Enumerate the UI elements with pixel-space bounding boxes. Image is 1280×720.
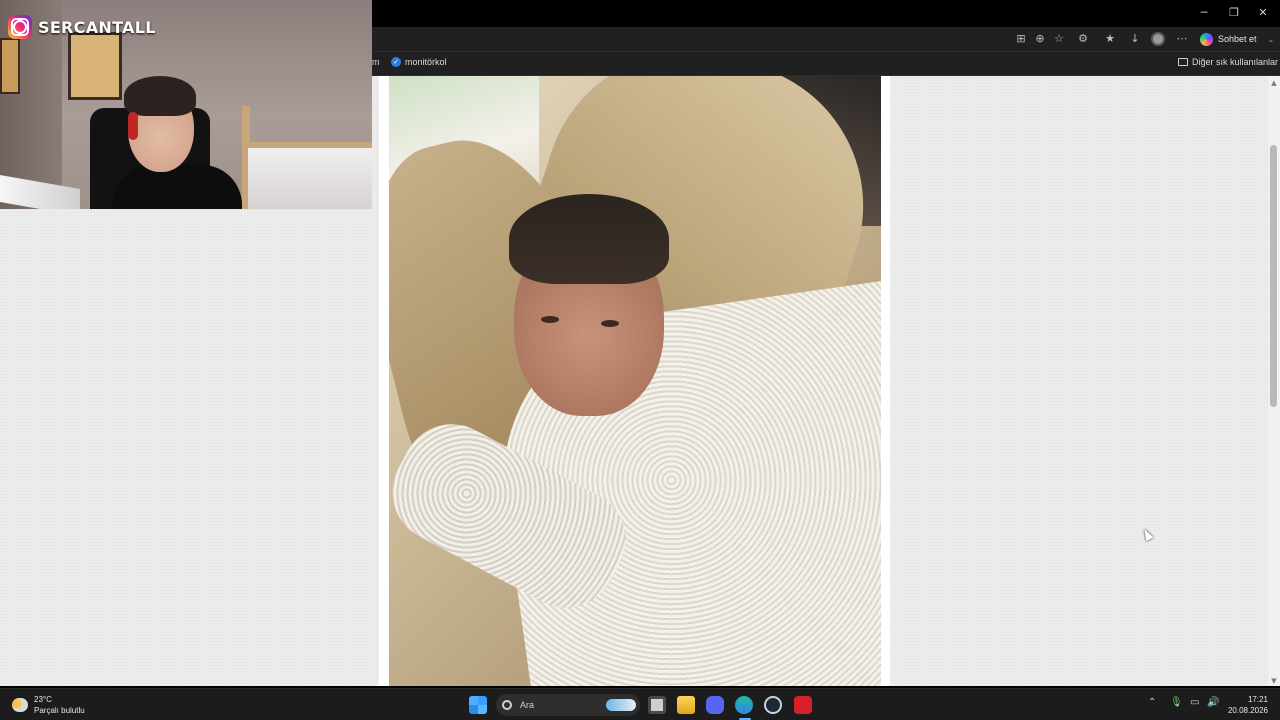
- edge-icon[interactable]: [735, 696, 753, 714]
- clock-time: 17:21: [1247, 695, 1268, 704]
- main-photo[interactable]: [389, 76, 881, 686]
- favorites-icon[interactable]: ★: [1103, 32, 1117, 46]
- headset: [128, 112, 138, 140]
- bed: [248, 142, 372, 209]
- discord-icon[interactable]: [706, 696, 724, 714]
- webcam-overlay: SERCANTALL: [0, 0, 372, 209]
- brand-name: SERCANTALL: [38, 17, 156, 37]
- more-icon[interactable]: ⋯: [1175, 32, 1189, 46]
- wall-poster: [68, 32, 122, 100]
- chat-button-label: Sohbet et: [1218, 34, 1257, 44]
- wall-poster: [0, 38, 20, 94]
- other-favorites-label: Diğer sık kullanılanlar: [1192, 57, 1279, 67]
- profile-icon: [1151, 32, 1165, 46]
- taskbar: 23°C Parçalı bulutlu Ara ⌃ 🎙 ▭ 🔊 17:21 2…: [0, 688, 1280, 720]
- eye: [601, 320, 619, 327]
- bookmark-fragment[interactable]: m: [372, 57, 380, 67]
- scroll-thumb[interactable]: [1270, 145, 1277, 407]
- bookmark-monitorkol[interactable]: ✓ monitörkol: [391, 57, 447, 67]
- chevron-down-icon[interactable]: ⌄: [1268, 35, 1275, 44]
- windows-start-icon[interactable]: [469, 696, 487, 714]
- taskbar-search[interactable]: Ara: [496, 694, 640, 716]
- streamer-hair: [124, 76, 196, 116]
- scroll-up-icon[interactable]: ▲: [1268, 78, 1280, 88]
- search-placeholder: Ara: [520, 700, 535, 710]
- search-icon: [502, 700, 512, 710]
- streamer-shirt: [112, 165, 242, 209]
- folder-icon: [1178, 58, 1188, 66]
- weather-condition: Parçalı bulutlu: [34, 706, 85, 715]
- close-button[interactable]: ✕: [1254, 4, 1272, 22]
- extensions-icon[interactable]: ⚙: [1076, 32, 1090, 46]
- streamer-brand: SERCANTALL: [8, 15, 156, 39]
- partly-cloudy-icon: [12, 698, 28, 712]
- system-clock[interactable]: 17:21 20.08.2026: [1228, 694, 1268, 716]
- network-icon[interactable]: ▭: [1190, 697, 1199, 708]
- task-view-icon[interactable]: [648, 696, 666, 714]
- bookmark-label: monitörkol: [405, 57, 447, 67]
- copilot-icon: [1200, 32, 1213, 46]
- zoom-icon[interactable]: ⊕: [1033, 32, 1047, 46]
- check-icon: ✓: [391, 57, 401, 67]
- download-icon[interactable]: ↓: [1128, 32, 1142, 46]
- file-explorer-icon[interactable]: [677, 696, 695, 714]
- star-icon[interactable]: ☆: [1052, 32, 1066, 46]
- volume-icon[interactable]: 🔊: [1207, 697, 1219, 708]
- browser-toolbar: ⊞ ⊕ ☆ ⚙ ★ ↓ ⋯ Sohbet et ⌄: [372, 27, 1280, 52]
- bookmark-fragment-label: m: [372, 57, 380, 67]
- clock-date: 20.08.2026: [1227, 706, 1268, 715]
- tray-chevron-up-icon[interactable]: ⌃: [1148, 697, 1156, 708]
- other-favorites[interactable]: Diğer sık kullanılanlar: [1178, 57, 1278, 67]
- weather-temperature: 23°C: [34, 695, 52, 704]
- steam-icon[interactable]: [764, 696, 782, 714]
- weather-widget[interactable]: 23°C Parçalı bulutlu: [12, 694, 85, 716]
- hair: [509, 194, 669, 284]
- minimize-button[interactable]: ─: [1195, 4, 1213, 22]
- eye: [541, 316, 559, 323]
- bookmarks-bar: m ✓ monitörkol Diğer sık kullanılanlar: [372, 52, 1280, 76]
- scroll-down-icon[interactable]: ▼: [1268, 676, 1280, 686]
- search-highlight-icon: [606, 699, 636, 711]
- chat-button[interactable]: Sohbet et ⌄: [1200, 30, 1274, 48]
- profile-avatar[interactable]: [1151, 32, 1165, 46]
- app-red-icon[interactable]: [794, 696, 812, 714]
- instagram-icon: [8, 15, 32, 39]
- restore-button[interactable]: ❐: [1225, 4, 1243, 22]
- microphone-icon[interactable]: 🎙: [1170, 697, 1183, 708]
- app-available-icon[interactable]: ⊞: [1014, 32, 1028, 46]
